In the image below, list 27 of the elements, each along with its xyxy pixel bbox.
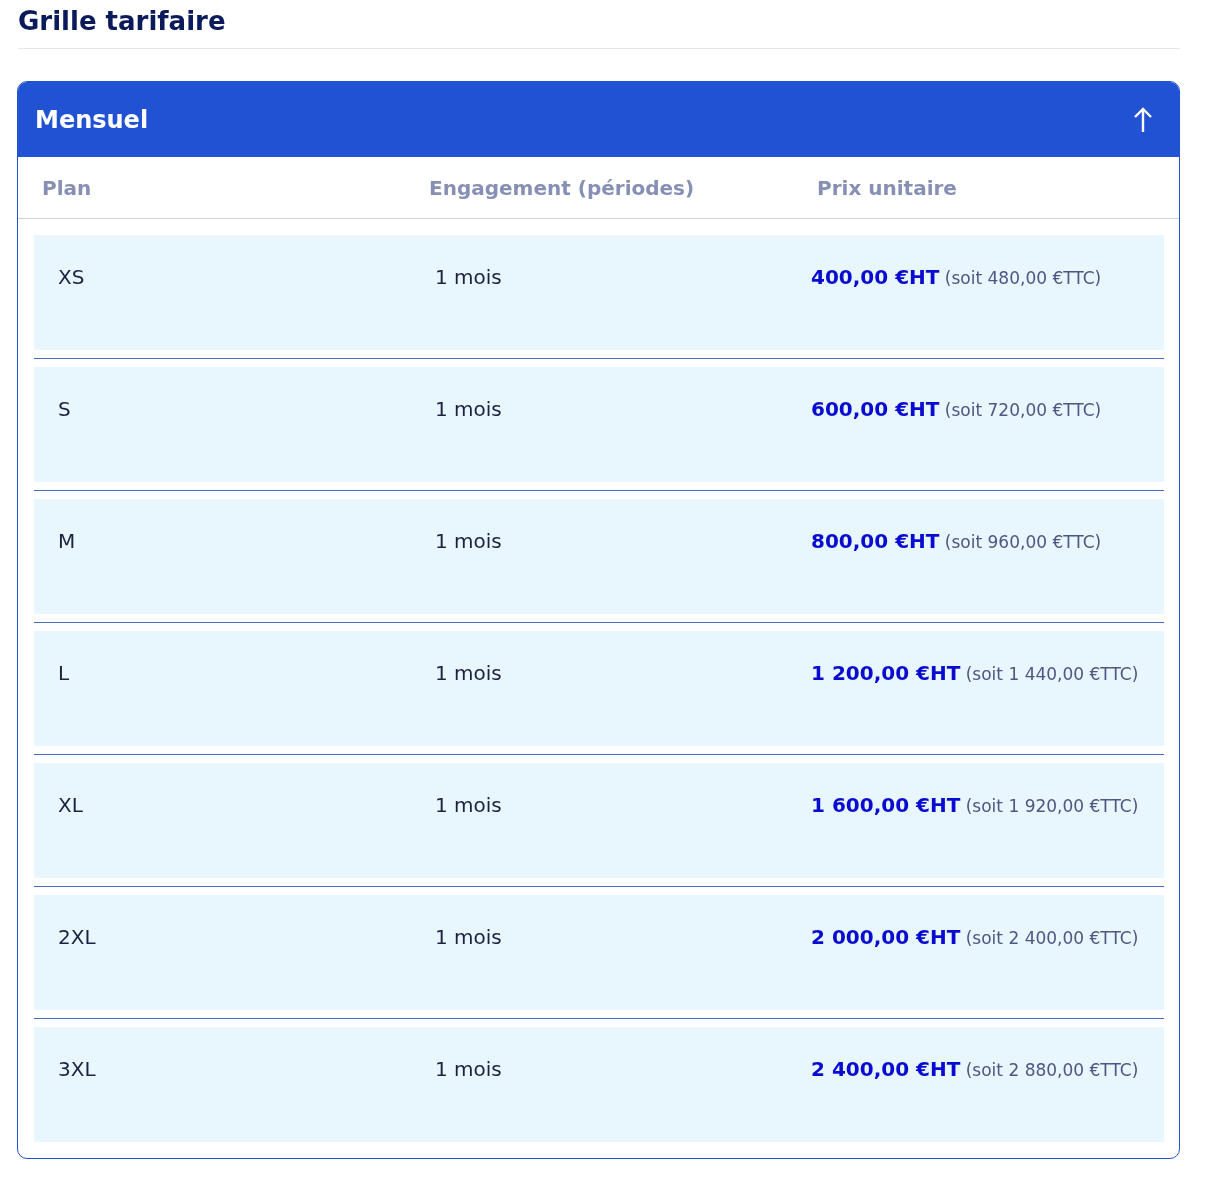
engagement-period: 1 mois <box>435 1056 503 1083</box>
engagement-period: 1 mois <box>435 660 503 687</box>
arrow-up-icon <box>1133 106 1153 133</box>
engagement-period: 1 mois <box>435 264 503 291</box>
engagement-period: 1 mois <box>435 528 503 555</box>
plan-name: 2XL <box>58 924 97 951</box>
plan-name: XL <box>58 792 84 819</box>
column-header: Prix unitaire <box>817 174 958 202</box>
unit-price: 400,00 €HT (soit 480,00 €TTC) <box>811 264 1103 291</box>
column-header: Plan <box>42 174 93 202</box>
plan-name: 3XL <box>58 1056 97 1083</box>
section-title: Grille tarifaire <box>18 4 1180 49</box>
engagement-period: 1 mois <box>435 924 503 951</box>
unit-price: 2 000,00 €HT (soit 2 400,00 €TTC) <box>811 924 1140 951</box>
unit-price: 1 200,00 €HT (soit 1 440,00 €TTC) <box>811 660 1140 687</box>
unit-price: 800,00 €HT (soit 960,00 €TTC) <box>811 528 1103 555</box>
engagement-period: 1 mois <box>435 792 503 819</box>
unit-price: 2 400,00 €HT (soit 2 880,00 €TTC) <box>811 1056 1140 1083</box>
panel-header-toggle[interactable]: Mensuel <box>18 82 1179 157</box>
plan-name: L <box>58 660 71 687</box>
engagement-period: 1 mois <box>435 396 503 423</box>
column-header: Engagement (périodes) <box>429 174 696 202</box>
unit-price: 600,00 €HT (soit 720,00 €TTC) <box>811 396 1103 423</box>
plan-name: XS <box>58 264 86 291</box>
plan-name: S <box>58 396 72 423</box>
plan-name: M <box>58 528 77 555</box>
unit-price: 1 600,00 €HT (soit 1 920,00 €TTC) <box>811 792 1140 819</box>
